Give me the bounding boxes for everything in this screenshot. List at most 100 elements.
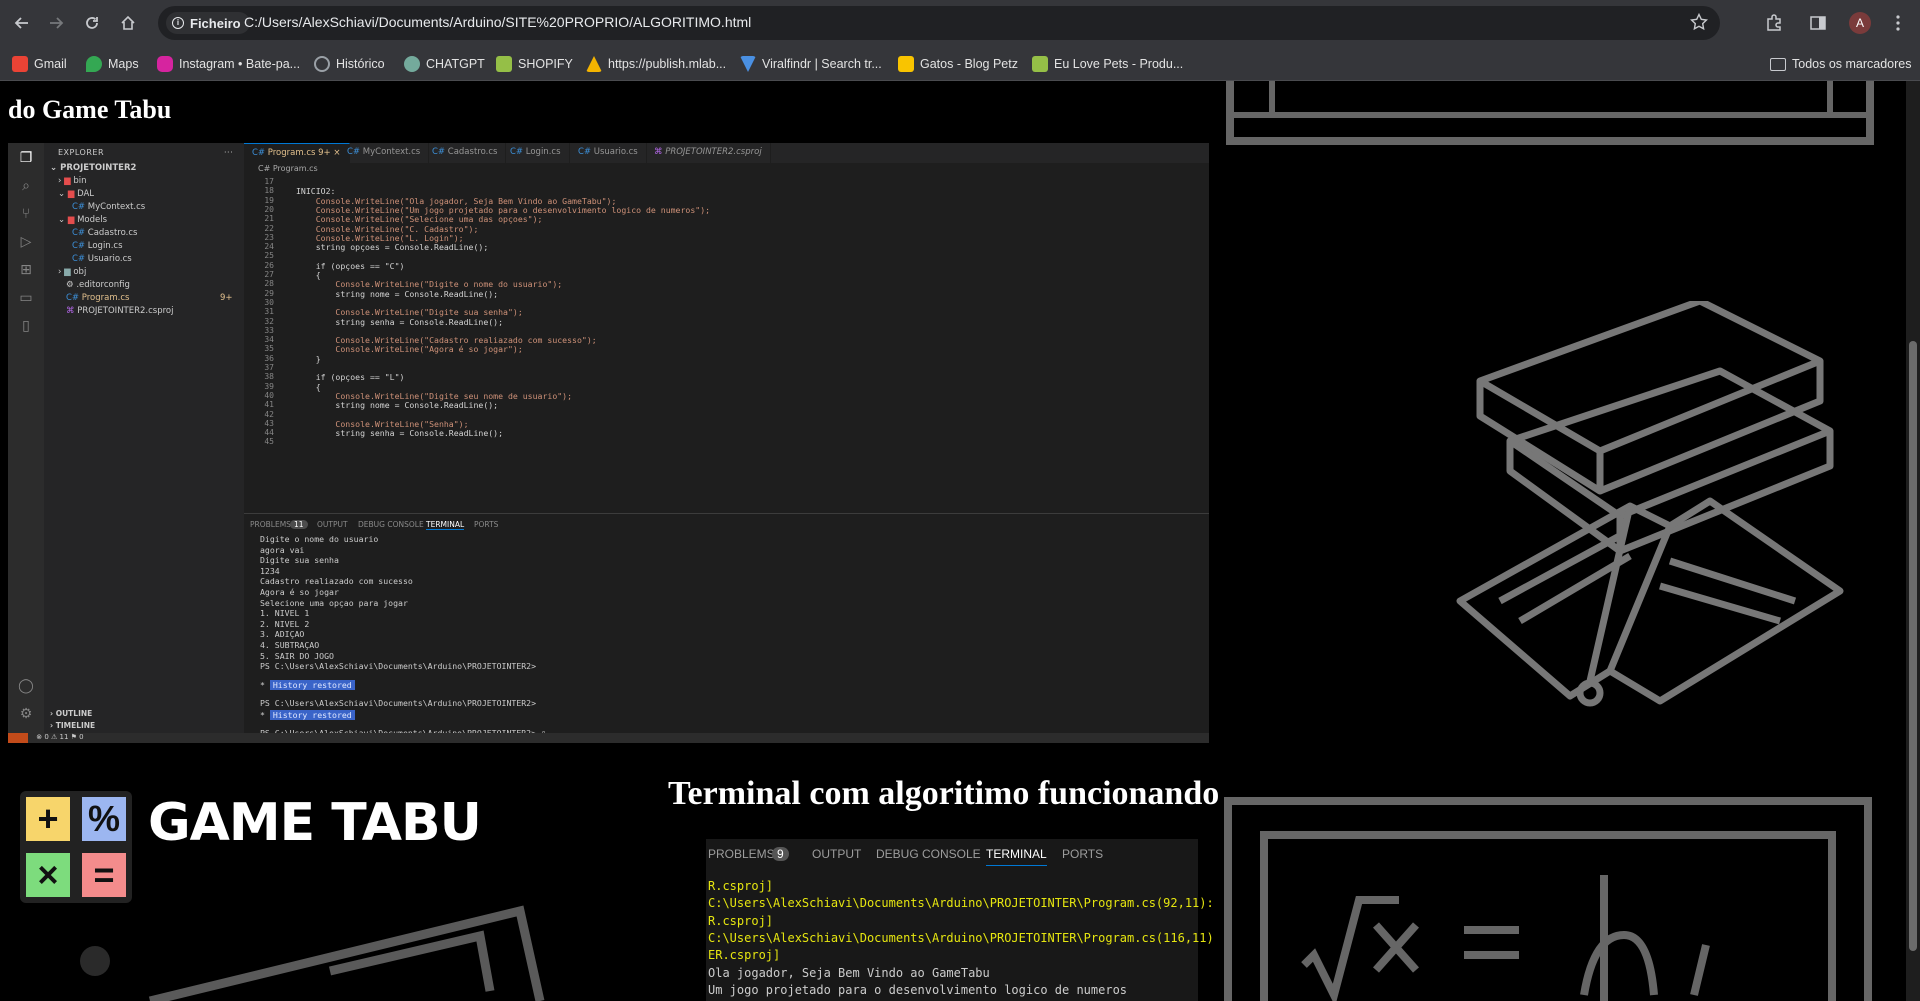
tab-login: C# Login.cs xyxy=(502,143,570,163)
remote-icon xyxy=(8,733,28,743)
bookmark-maps[interactable]: Maps xyxy=(86,54,139,74)
project-root: ⌄ PROJETOINTER2 xyxy=(50,163,137,173)
terminal-line: 3. ADIÇAO xyxy=(260,629,305,640)
history-icon xyxy=(314,56,330,72)
gear-icon: ⚙ xyxy=(66,280,74,290)
line-number: 45 xyxy=(264,437,274,447)
terminal-line: 5. SAIR DO JOGO xyxy=(260,650,334,661)
more-actions-icon: ··· xyxy=(224,148,234,157)
status-bar: ⊗ 0 ⚠ 11 ⚑ 0 xyxy=(8,733,1209,743)
account-icon: ◯ xyxy=(18,678,34,694)
home-icon[interactable] xyxy=(114,9,142,37)
outline-section: › OUTLINE xyxy=(50,709,93,718)
t2-output-line: C:\Users\AlexSchiavi\Documents\Arduino\P… xyxy=(708,930,1214,945)
panel-tab-ports: PORTS xyxy=(474,520,499,529)
tree-csproj: ⌘ PROJETOINTER2.csproj xyxy=(66,306,174,316)
panel-tab-output: OUTPUT xyxy=(317,520,348,529)
line-number: 43 xyxy=(264,418,274,428)
url-text[interactable]: C:/Users/AlexSchiavi/Documents/Arduino/S… xyxy=(244,14,751,30)
bookmark-shopify[interactable]: SHOPIFY xyxy=(496,54,573,74)
page-content: do Game Tabu ❐ ⌕ ⑂ ▷ ⊞ ▭ ▯ ◯ ⚙ EXPLORER … xyxy=(0,81,1906,1001)
bookmark-eu-love-pets[interactable]: Eu Love Pets - Produ... xyxy=(1032,54,1183,74)
address-bar[interactable]: i Ficheiro C:/Users/AlexSchiavi/Document… xyxy=(158,6,1720,40)
mlab-icon xyxy=(586,56,602,72)
activity-bar: ❐ ⌕ ⑂ ▷ ⊞ ▭ ▯ ◯ ⚙ xyxy=(8,143,44,733)
tree-models: ⌄ ▆ Models xyxy=(58,215,108,225)
problems-count-badge: 11 xyxy=(290,520,308,529)
chalkboard-math-illustration xyxy=(1224,797,1872,1001)
csharp-icon: C# xyxy=(72,241,86,251)
terminal-prompt-2: PS C:\Users\AlexSchiavi\Documents\Arduin… xyxy=(260,698,537,708)
code-editor: 17 18 19 20 21 22 23 24 25 26 27 28 29 30 31 32 33 34 35 36… xyxy=(244,177,1209,513)
bookmarks-bar: Gmail Maps Instagram • Bate-pa... Histór… xyxy=(0,46,1920,81)
chatgpt-icon xyxy=(404,56,420,72)
game-tabu-logo: + % × = xyxy=(20,791,132,903)
back-arrow-icon[interactable] xyxy=(8,9,36,37)
page-scrollbar[interactable] xyxy=(1906,81,1920,1001)
terminal-line: 4. SUBTRAÇAO xyxy=(260,640,320,650)
code-line: string nome = Console.ReadLine(); xyxy=(296,400,499,411)
folder-icon: ▆ xyxy=(67,215,75,225)
tree-program: C# Program.cs xyxy=(66,293,130,303)
bookmark-petz[interactable]: Gatos - Blog Petz xyxy=(898,54,1018,74)
t2-output-line: Ola jogador, Seja Bem Vindo ao GameTabu xyxy=(708,965,990,980)
profile-avatar[interactable]: A xyxy=(1849,12,1871,34)
code-line: string opçoes = Console.ReadLine(); xyxy=(296,242,489,253)
t2-tab-terminal: TERMINAL xyxy=(986,847,1047,866)
tree-bin: › ▆ bin xyxy=(58,176,87,186)
code-line: string senha = Console.ReadLine(); xyxy=(296,316,504,327)
extensions-icon[interactable] xyxy=(1760,9,1788,37)
t2-output-line: R.csproj] xyxy=(708,879,774,893)
forward-arrow-icon[interactable] xyxy=(42,9,70,37)
tree-mycontext: C# MyContext.cs xyxy=(72,202,146,212)
instagram-icon xyxy=(157,56,173,72)
side-panel-icon[interactable] xyxy=(1804,9,1832,37)
folder-icon: ▆ xyxy=(64,267,71,277)
bottom-panel: PROBLEMS 11 OUTPUT DEBUG CONSOLE TERMINA… xyxy=(244,513,1209,738)
panel-tab-debug-console: DEBUG CONSOLE xyxy=(358,520,424,529)
line-number: 20 xyxy=(264,204,274,214)
terminal-line: Digite sua senha xyxy=(260,555,339,566)
terminal-line: Cadastro realiazado com sucesso xyxy=(260,576,413,587)
terminal-line: Digite o nome do usuario xyxy=(260,534,379,544)
status-problems: ⊗ 0 ⚠ 11 ⚑ 0 xyxy=(36,733,84,741)
bookmark-mlab[interactable]: https://publish.mlab... xyxy=(586,54,726,74)
chalkboard-frame-top xyxy=(1226,81,1874,145)
source-control-icon: ⑂ xyxy=(21,206,31,222)
site-info-chip[interactable]: i Ficheiro xyxy=(166,12,250,34)
terminal-screenshot: PROBLEMS 9 OUTPUT DEBUG CONSOLE TERMINAL… xyxy=(706,839,1214,1001)
line-number: 21 xyxy=(264,214,274,224)
explorer-label: EXPLORER xyxy=(58,148,104,157)
bookmark-gmail[interactable]: Gmail xyxy=(12,54,67,74)
extensions-icon: ⊞ xyxy=(20,262,32,278)
line-number: 24 xyxy=(264,242,274,252)
menu-dots-icon[interactable] xyxy=(1884,9,1912,37)
t2-output-line: Um jogo projetado para o desenvolvimento… xyxy=(708,982,1128,997)
tab-mycontext: C# MyContext.cs xyxy=(339,143,430,163)
line-number: 33 xyxy=(264,325,274,335)
bookmark-viralfindr[interactable]: Viralfindr | Search tr... xyxy=(740,54,882,74)
bookmark-star-icon[interactable] xyxy=(1689,12,1709,36)
reload-icon[interactable] xyxy=(78,9,106,37)
bookmark-chatgpt[interactable]: CHATGPT xyxy=(404,54,485,74)
code-line: } xyxy=(296,353,321,364)
section-title-game-tabu: do Game Tabu xyxy=(8,95,172,124)
times-tile: × xyxy=(23,850,73,900)
msbuild-icon: ⌘ xyxy=(66,306,75,316)
folder-icon xyxy=(1770,57,1786,71)
line-number: 17 xyxy=(264,177,274,186)
logo-wordmark: GAME TABU xyxy=(148,793,482,853)
browser-toolbar: i Ficheiro C:/Users/AlexSchiavi/Document… xyxy=(0,0,1920,46)
petz-icon xyxy=(898,56,914,72)
terminal-line: 1. NIVEL 1 xyxy=(260,608,310,619)
bookmark-history[interactable]: Histórico xyxy=(314,54,385,74)
info-icon: i xyxy=(172,17,184,29)
tree-login: C# Login.cs xyxy=(72,241,123,251)
all-bookmarks[interactable]: Todos os marcadores xyxy=(1770,54,1912,74)
scrollbar-thumb[interactable] xyxy=(1909,341,1917,951)
line-number: 19 xyxy=(264,195,274,205)
section-title-terminal: Terminal com algoritimo funcionando xyxy=(668,775,1220,812)
bookmark-instagram[interactable]: Instagram • Bate-pa... xyxy=(157,54,300,74)
tree-editorconfig: ⚙ .editorconfig xyxy=(66,280,130,290)
t2-tab-debug-console: DEBUG CONSOLE xyxy=(876,847,981,861)
